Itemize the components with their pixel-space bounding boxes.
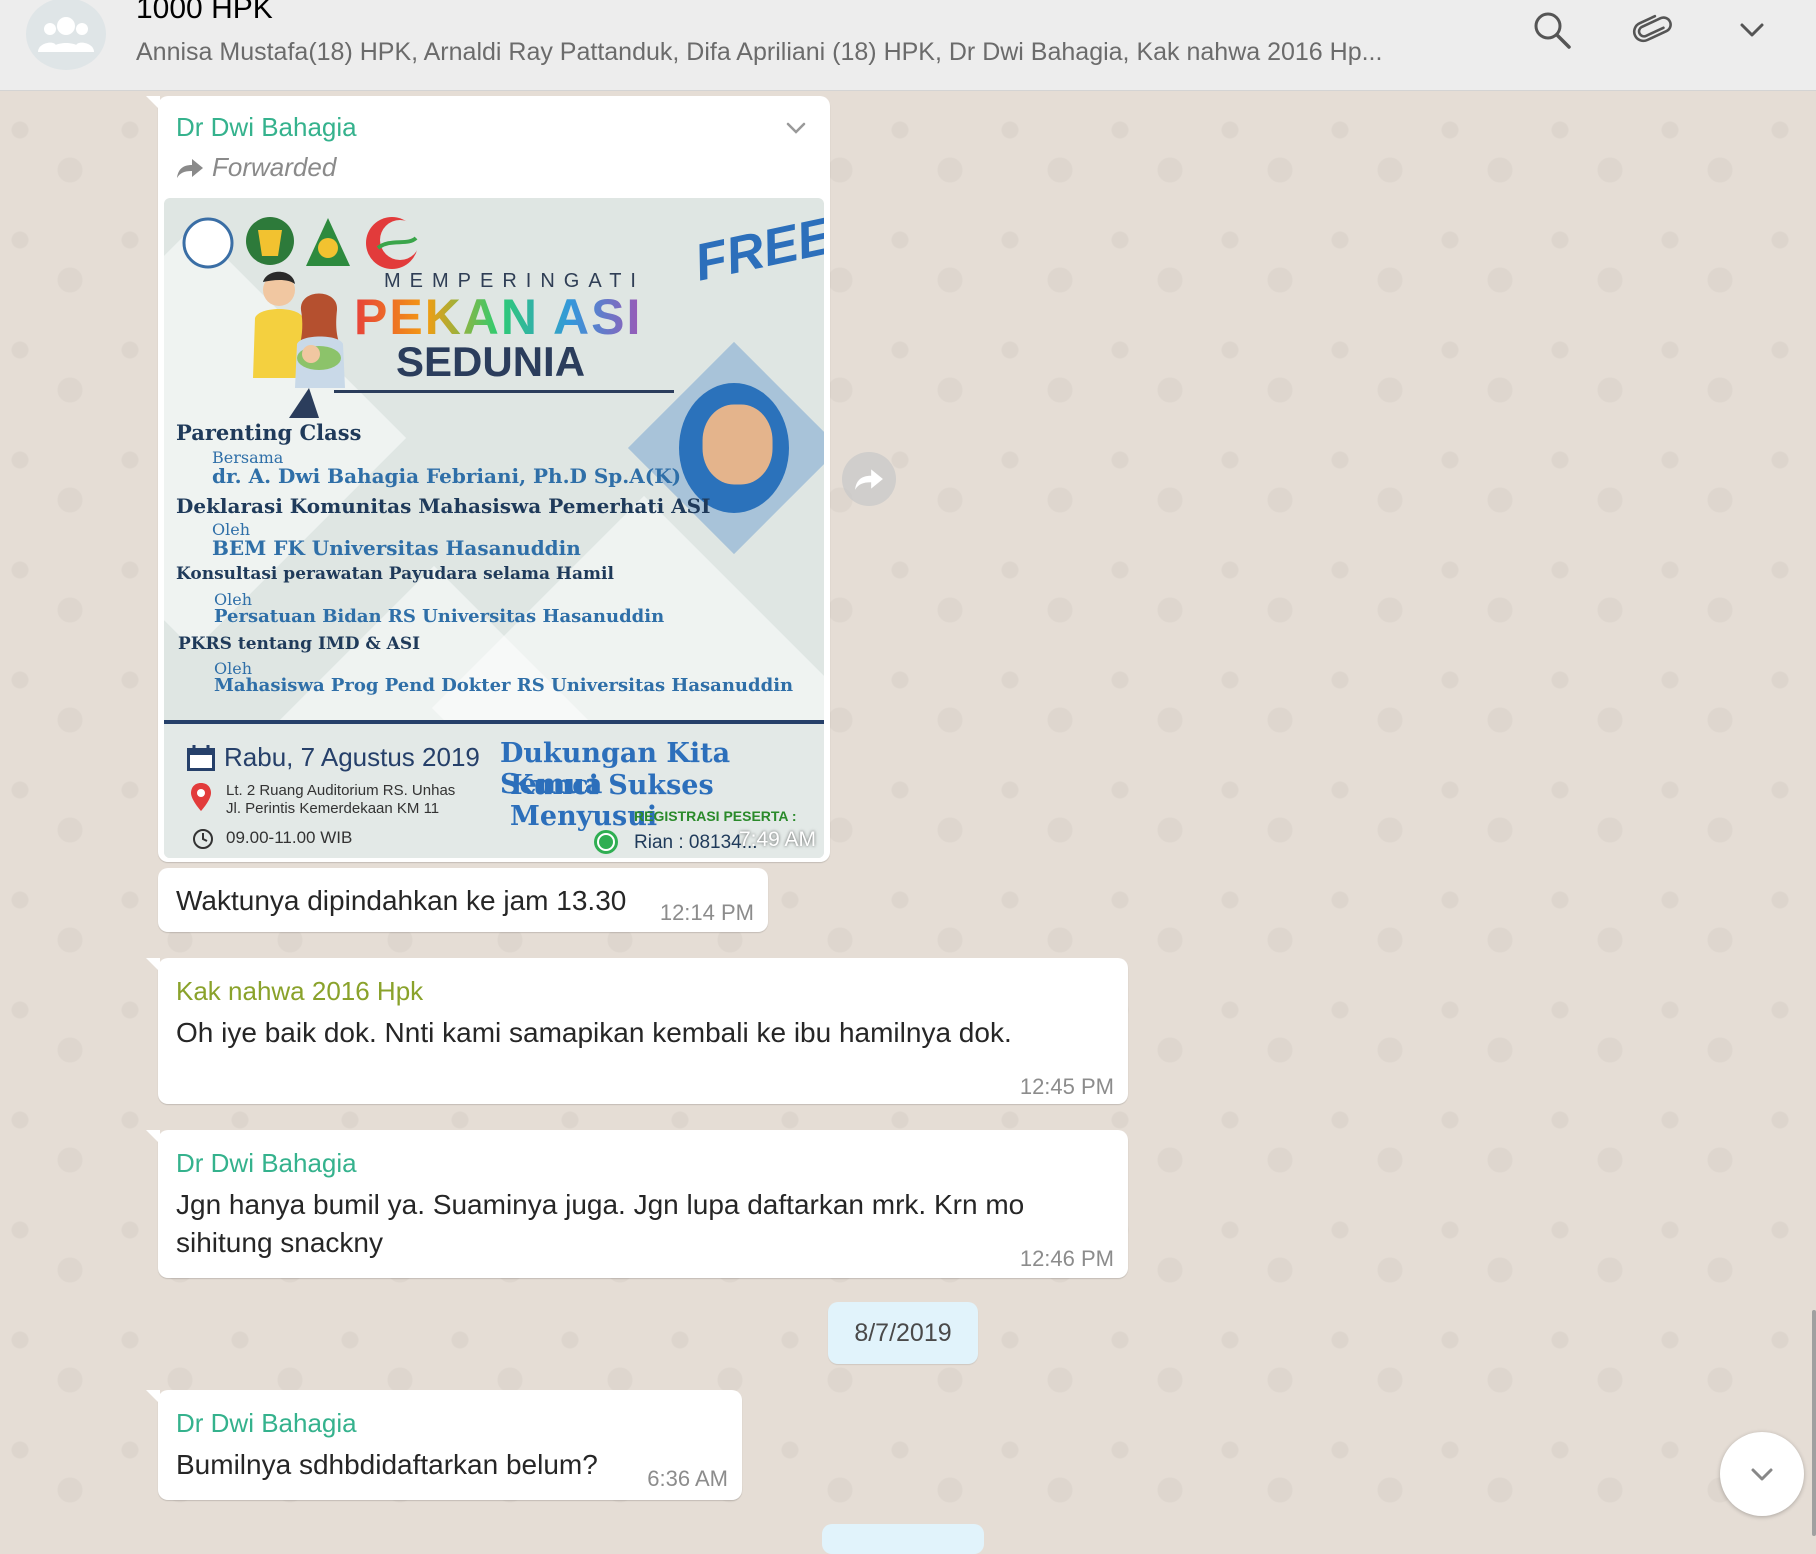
message-text: Bumilnya sdhbdidaftarkan belum? <box>176 1449 598 1480</box>
message-time: 12:14 PM <box>659 900 754 925</box>
date-divider: 8/7/2019 <box>828 1302 978 1364</box>
message-text: sihitung snackny <box>176 1227 384 1258</box>
message-text: Oh iye baik dok. Nnti kami samapikan kem… <box>176 1017 1012 1048</box>
message-time: 7:49 AM <box>738 828 816 851</box>
chat-header: 1000 HPK Annisa Mustafa(18) HPK, Arnaldi… <box>0 0 1816 91</box>
whatsapp-icon <box>594 830 618 854</box>
poster-text: Konsultasi perawatan Payudara selama Ham… <box>176 564 614 584</box>
registration-label: REGISTRASI PESERTA : <box>634 808 797 824</box>
poster-text: Parenting Class <box>176 420 362 445</box>
poster-text: Persatuan Bidan RS Universitas Hasanuddi… <box>214 606 665 627</box>
chat-title[interactable]: 1000 HPK <box>136 0 273 26</box>
scrollbar[interactable] <box>1812 1310 1816 1536</box>
chevron-down-icon[interactable] <box>782 114 810 142</box>
sender-name[interactable]: Kak nahwa 2016 Hpk <box>176 976 423 1007</box>
poster-text: Deklarasi Komunitas Mahasiswa Pemerhati … <box>176 494 711 518</box>
message-bubble[interactable]: Dr Dwi Bahagia Bumilnya sdhbdidaftarkan … <box>146 1390 742 1500</box>
poster-divider <box>334 390 674 393</box>
message-bubble[interactable]: Dr Dwi Bahagia Jgn hanya bumil ya. Suami… <box>146 1130 1128 1278</box>
message-text: Jgn hanya bumil ya. Suaminya juga. Jgn l… <box>176 1189 1025 1220</box>
poster-text: PKRS tentang IMD & ASI <box>178 634 421 654</box>
calendar-icon <box>187 745 215 771</box>
forward-button[interactable] <box>842 452 896 506</box>
family-illustration <box>253 271 345 418</box>
message-bubble[interactable]: Kak nahwa 2016 Hpk Oh iye baik dok. Nnti… <box>146 958 1128 1104</box>
event-hours: 09.00-11.00 WIB <box>226 828 353 847</box>
sender-name[interactable]: Dr Dwi Bahagia <box>176 112 357 143</box>
message-time: 6:36 AM <box>647 1466 728 1491</box>
message-bubble[interactable]: Waktunya dipindahkan ke jam 13.30 12:14 … <box>158 868 768 932</box>
sender-name[interactable]: Dr Dwi Bahagia <box>176 1148 357 1179</box>
poster-text: BEM FK Universitas Hasanuddin <box>212 536 581 560</box>
menu-chevron-icon[interactable] <box>1730 8 1774 52</box>
search-icon[interactable] <box>1530 8 1574 52</box>
group-avatar-icon[interactable] <box>26 0 106 70</box>
clock-icon <box>193 829 213 849</box>
message-time: 12:45 PM <box>1019 1074 1114 1099</box>
poster-footer: Rabu, 7 Agustus 2019 Lt. 2 Ruang Auditor… <box>164 720 824 858</box>
poster-text: Mahasiswa Prog Pend Dokter RS Universita… <box>214 675 794 696</box>
event-poster-image[interactable]: FREE! MEMPERINGATI PEKAN ASI SEDUNIA Par… <box>164 198 824 858</box>
forward-icon <box>177 158 203 178</box>
scroll-to-bottom-button[interactable] <box>1720 1432 1804 1516</box>
poster-free-label: FREE! <box>689 203 824 293</box>
poster-title: SEDUNIA <box>396 338 586 385</box>
event-location: Lt. 2 Ruang Auditorium RS. Unhas <box>226 782 456 799</box>
participants-list[interactable]: Annisa Mustafa(18) HPK, Arnaldi Ray Patt… <box>136 38 1466 67</box>
paperclip-icon[interactable] <box>1630 8 1674 52</box>
date-divider-partial <box>822 1524 984 1554</box>
chevron-down-icon <box>1751 1468 1773 1481</box>
sender-name[interactable]: Dr Dwi Bahagia <box>176 1408 357 1439</box>
message-text: Waktunya dipindahkan ke jam 13.30 <box>176 885 627 916</box>
event-date: Rabu, 7 Agustus 2019 <box>224 742 480 772</box>
poster-text: dr. A. Dwi Bahagia Febriani, Ph.D Sp.A(K… <box>212 464 682 488</box>
forwarded-label: Forwarded <box>176 152 336 183</box>
event-address: Jl. Perintis Kemerdekaan KM 11 <box>226 800 440 817</box>
message-time: 12:46 PM <box>1019 1246 1114 1271</box>
location-pin-icon <box>191 783 211 811</box>
forward-icon <box>855 469 883 490</box>
